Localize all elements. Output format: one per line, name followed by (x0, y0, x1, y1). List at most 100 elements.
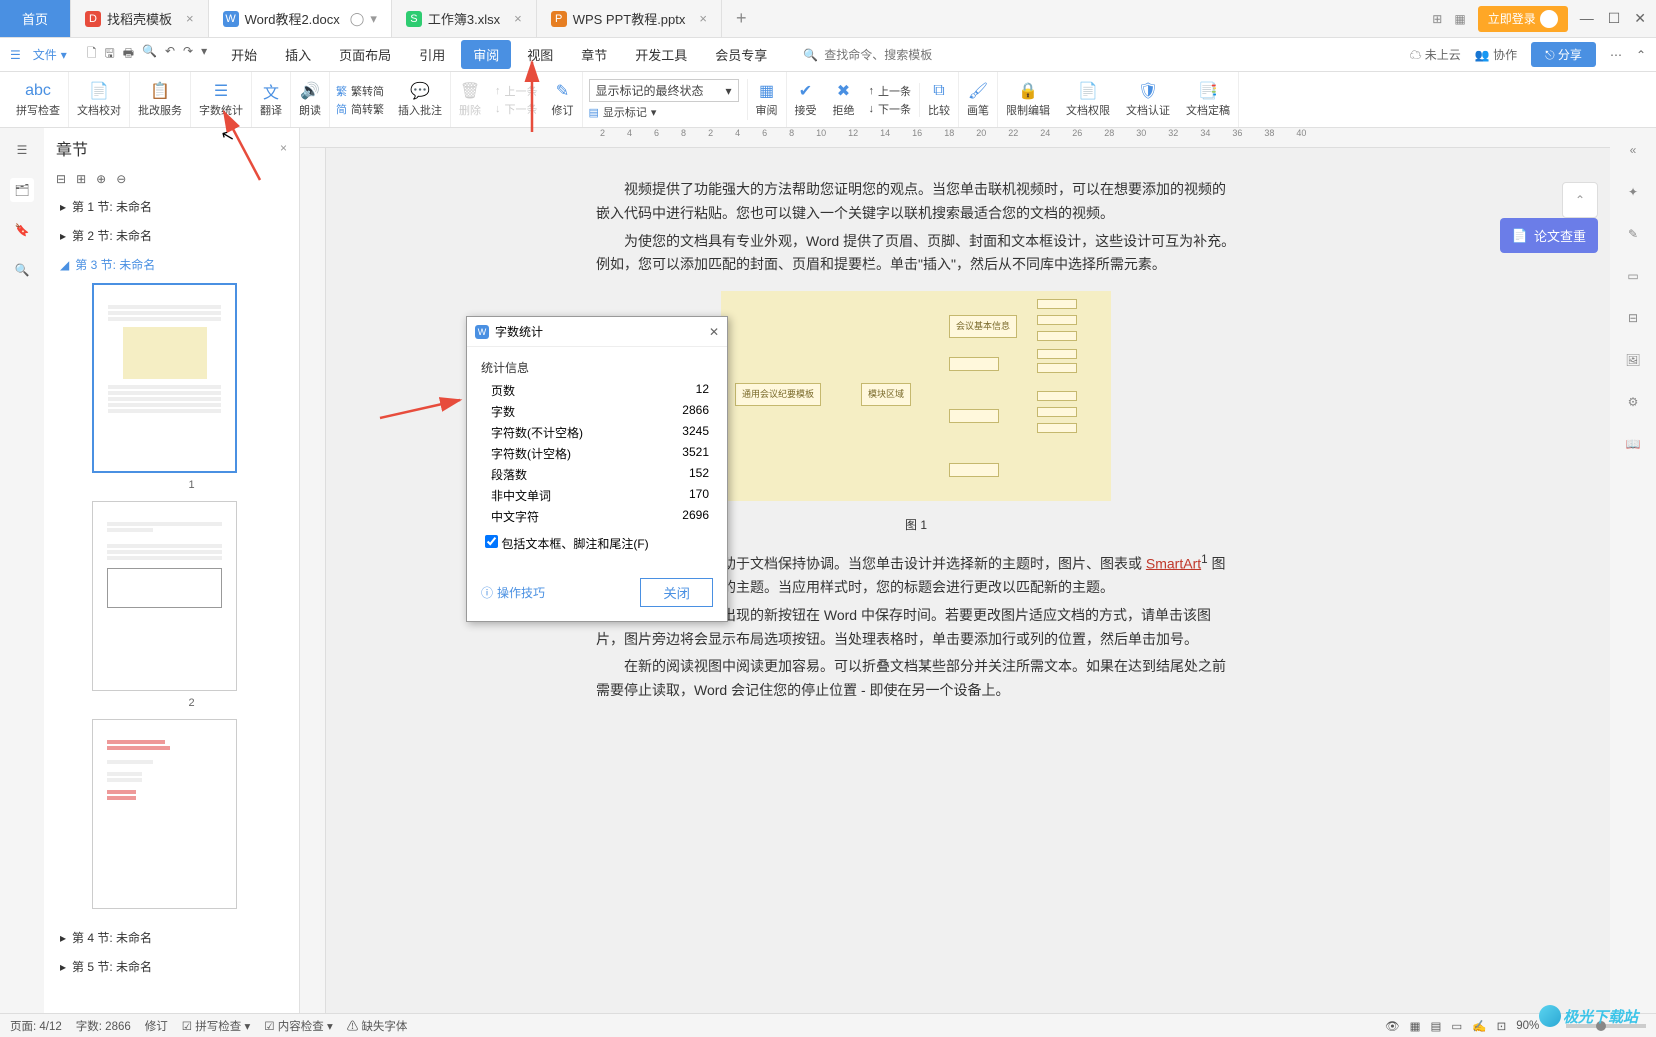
maximize-button[interactable]: ☐ (1608, 10, 1621, 27)
simp-to-trad[interactable]: 简简转繁 (336, 101, 384, 117)
restrict-button[interactable]: 🔒限制编辑 (998, 72, 1058, 127)
compare-button[interactable]: ⧉比较 (920, 72, 959, 127)
command-search[interactable]: 🔍 (803, 48, 944, 62)
select-icon[interactable]: ▭ (1621, 264, 1645, 288)
view-mode-icon[interactable]: 👁 (1385, 1019, 1400, 1033)
close-window-button[interactable]: ✕ (1634, 10, 1646, 27)
close-panel-icon[interactable]: × (280, 141, 287, 155)
expand-all-icon[interactable]: ⊞ (76, 172, 86, 186)
page-status[interactable]: 页面: 4/12 (10, 1018, 62, 1034)
search-input[interactable] (824, 48, 944, 62)
more-icon[interactable]: ⋯ (1610, 48, 1622, 62)
add-tab-button[interactable]: + (722, 0, 761, 37)
print-icon[interactable]: 🖶 (123, 44, 134, 65)
menu-member[interactable]: 会员专享 (703, 40, 779, 69)
checkbox[interactable] (485, 535, 498, 548)
add-section-icon[interactable]: ⊕ (96, 172, 106, 186)
show-markup-button[interactable]: ▤显示标记▾ (589, 104, 739, 120)
qat-dropdown-icon[interactable]: ▾ (201, 44, 207, 65)
section-item[interactable]: ▸ 第 2 节: 未命名 (52, 221, 291, 250)
menu-review[interactable]: 审阅 (461, 40, 511, 69)
translate-button[interactable]: ⽂翻译 (252, 72, 291, 127)
page-thumbnail-3[interactable] (92, 719, 237, 909)
revise-status[interactable]: 修订 (145, 1018, 168, 1034)
menu-insert[interactable]: 插入 (273, 40, 323, 69)
trad-to-simp[interactable]: 繁繁转简 (336, 83, 384, 99)
reject-button[interactable]: ✖拒绝 (825, 72, 863, 127)
file-menu[interactable]: 文件 ▾ (25, 42, 75, 67)
menu-reference[interactable]: 引用 (407, 40, 457, 69)
page-thumbnail-1[interactable] (92, 283, 237, 473)
tab-menu-icon[interactable]: ▾ (370, 11, 377, 27)
expand-icon[interactable]: « (1621, 138, 1645, 162)
next-comment[interactable]: ↓下一条 (495, 101, 538, 117)
collapse-all-icon[interactable]: ⊟ (56, 172, 66, 186)
float-toggle-icon[interactable]: ⌃ (1562, 182, 1598, 218)
markup-display-dropdown[interactable]: 显示标记的最终状态▾ (589, 79, 739, 102)
view-web-icon[interactable]: ▭ (1451, 1019, 1462, 1033)
finalize-button[interactable]: 📑文档定稿 (1178, 72, 1239, 127)
close-icon[interactable]: × (514, 11, 522, 26)
section-item[interactable]: ▸ 第 1 节: 未命名 (52, 192, 291, 221)
outline-tab[interactable]: ☰ (10, 138, 34, 162)
grid-icon[interactable]: ⊞ (1432, 12, 1442, 26)
insert-comment-button[interactable]: 💬插入批注 (390, 72, 451, 127)
review-pane-button[interactable]: ▦审阅 (748, 72, 787, 127)
perm-button[interactable]: 📄文档权限 (1058, 72, 1118, 127)
tab-word-doc[interactable]: W Word教程2.docx ◯ ▾ (209, 0, 392, 37)
section-item[interactable]: ▸ 第 5 节: 未命名 (52, 952, 291, 981)
preview-icon[interactable]: 🔍 (142, 44, 157, 65)
gear-icon[interactable]: ⚙ (1621, 390, 1645, 414)
section-item-active[interactable]: ◢ 第 3 节: 未命名 (52, 250, 291, 279)
undo-icon[interactable]: ↶ (165, 44, 175, 65)
search-tab[interactable]: 🔍 (10, 258, 34, 282)
login-button[interactable]: 立即登录 (1478, 6, 1568, 32)
menu-devtools[interactable]: 开发工具 (623, 40, 699, 69)
menu-layout[interactable]: 页面布局 (327, 40, 403, 69)
view-outline-icon[interactable]: ▤ (1431, 1019, 1442, 1033)
share-button[interactable]: ⎋ 分享 (1531, 42, 1596, 67)
dialog-close-button[interactable]: ✕ (709, 325, 719, 339)
spellcheck-toggle[interactable]: ☑ 拼写检查 ▾ (182, 1018, 250, 1034)
brush-button[interactable]: 🖌画笔 (959, 72, 998, 127)
new-icon[interactable]: 🗋 (87, 44, 97, 65)
paragraph[interactable]: 在新的阅读视图中阅读更加容易。可以折叠文档某些部分并关注所需文本。如果在达到结尾… (596, 655, 1236, 703)
mindmap-image[interactable]: 通用会议纪要模板 模块区域 会议基本信息 (721, 291, 1111, 501)
prev-change[interactable]: ↑上一条 (869, 83, 912, 99)
horizontal-ruler[interactable]: 2468 2468 10121416 18202224 26283032 343… (300, 128, 1610, 148)
paper-check-badge[interactable]: 📄 论文查重 (1500, 218, 1598, 253)
paragraph[interactable]: 视频提供了功能强大的方法帮助您证明您的观点。当您单击联机视频时，可以在想要添加的… (596, 178, 1236, 226)
tab-ppt[interactable]: P WPS PPT教程.pptx × (537, 0, 722, 37)
section-item[interactable]: ▸ 第 4 节: 未命名 (52, 923, 291, 952)
pencil-icon[interactable]: ✎ (1621, 222, 1645, 246)
include-textbox-checkbox[interactable]: 包括文本框、脚注和尾注(F) (481, 527, 713, 560)
read-aloud-button[interactable]: 🔊朗读 (291, 72, 330, 127)
remove-section-icon[interactable]: ⊖ (116, 172, 126, 186)
close-icon[interactable]: × (186, 11, 194, 26)
menu-view[interactable]: 视图 (515, 40, 565, 69)
menu-chapter[interactable]: 章节 (569, 40, 619, 69)
cert-button[interactable]: 🛡文档认证 (1118, 72, 1178, 127)
tab-template[interactable]: D 找稻壳模板 × (71, 0, 209, 37)
cloud-icon[interactable]: ☁ 未上云 (1409, 46, 1460, 63)
sparkle-icon[interactable]: ✦ (1621, 180, 1645, 204)
zoom-fit-icon[interactable]: ⊡ (1497, 1019, 1507, 1033)
collapse-ribbon-icon[interactable]: ⌃ (1636, 48, 1646, 62)
delete-comment-button[interactable]: 🗑删除 (451, 72, 489, 127)
save-icon[interactable]: 🖫 (104, 44, 114, 65)
revise-button[interactable]: ✎修订 (544, 72, 583, 127)
content-check-toggle[interactable]: ☑ 内容检查 ▾ (264, 1018, 332, 1034)
bookmark-tab[interactable]: 🔖 (10, 218, 34, 242)
menu-start[interactable]: 开始 (219, 40, 269, 69)
zoom-value[interactable]: 90% (1516, 1020, 1539, 1032)
missing-fonts[interactable]: ⚠ 缺失字体 (347, 1018, 408, 1034)
prev-comment[interactable]: ↑上一条 (495, 83, 538, 99)
accept-button[interactable]: ✔接受 (787, 72, 825, 127)
coop-button[interactable]: 👥 协作 (1475, 46, 1517, 63)
wordcount-button[interactable]: ☰字数统计 (191, 72, 252, 127)
word-status[interactable]: 字数: 2866 (76, 1018, 131, 1034)
page-thumbnail-2[interactable] (92, 501, 237, 691)
vertical-ruler[interactable] (300, 148, 326, 1013)
row-icon[interactable]: ⊟ (1621, 306, 1645, 330)
book-icon[interactable]: 📖 (1621, 432, 1645, 456)
